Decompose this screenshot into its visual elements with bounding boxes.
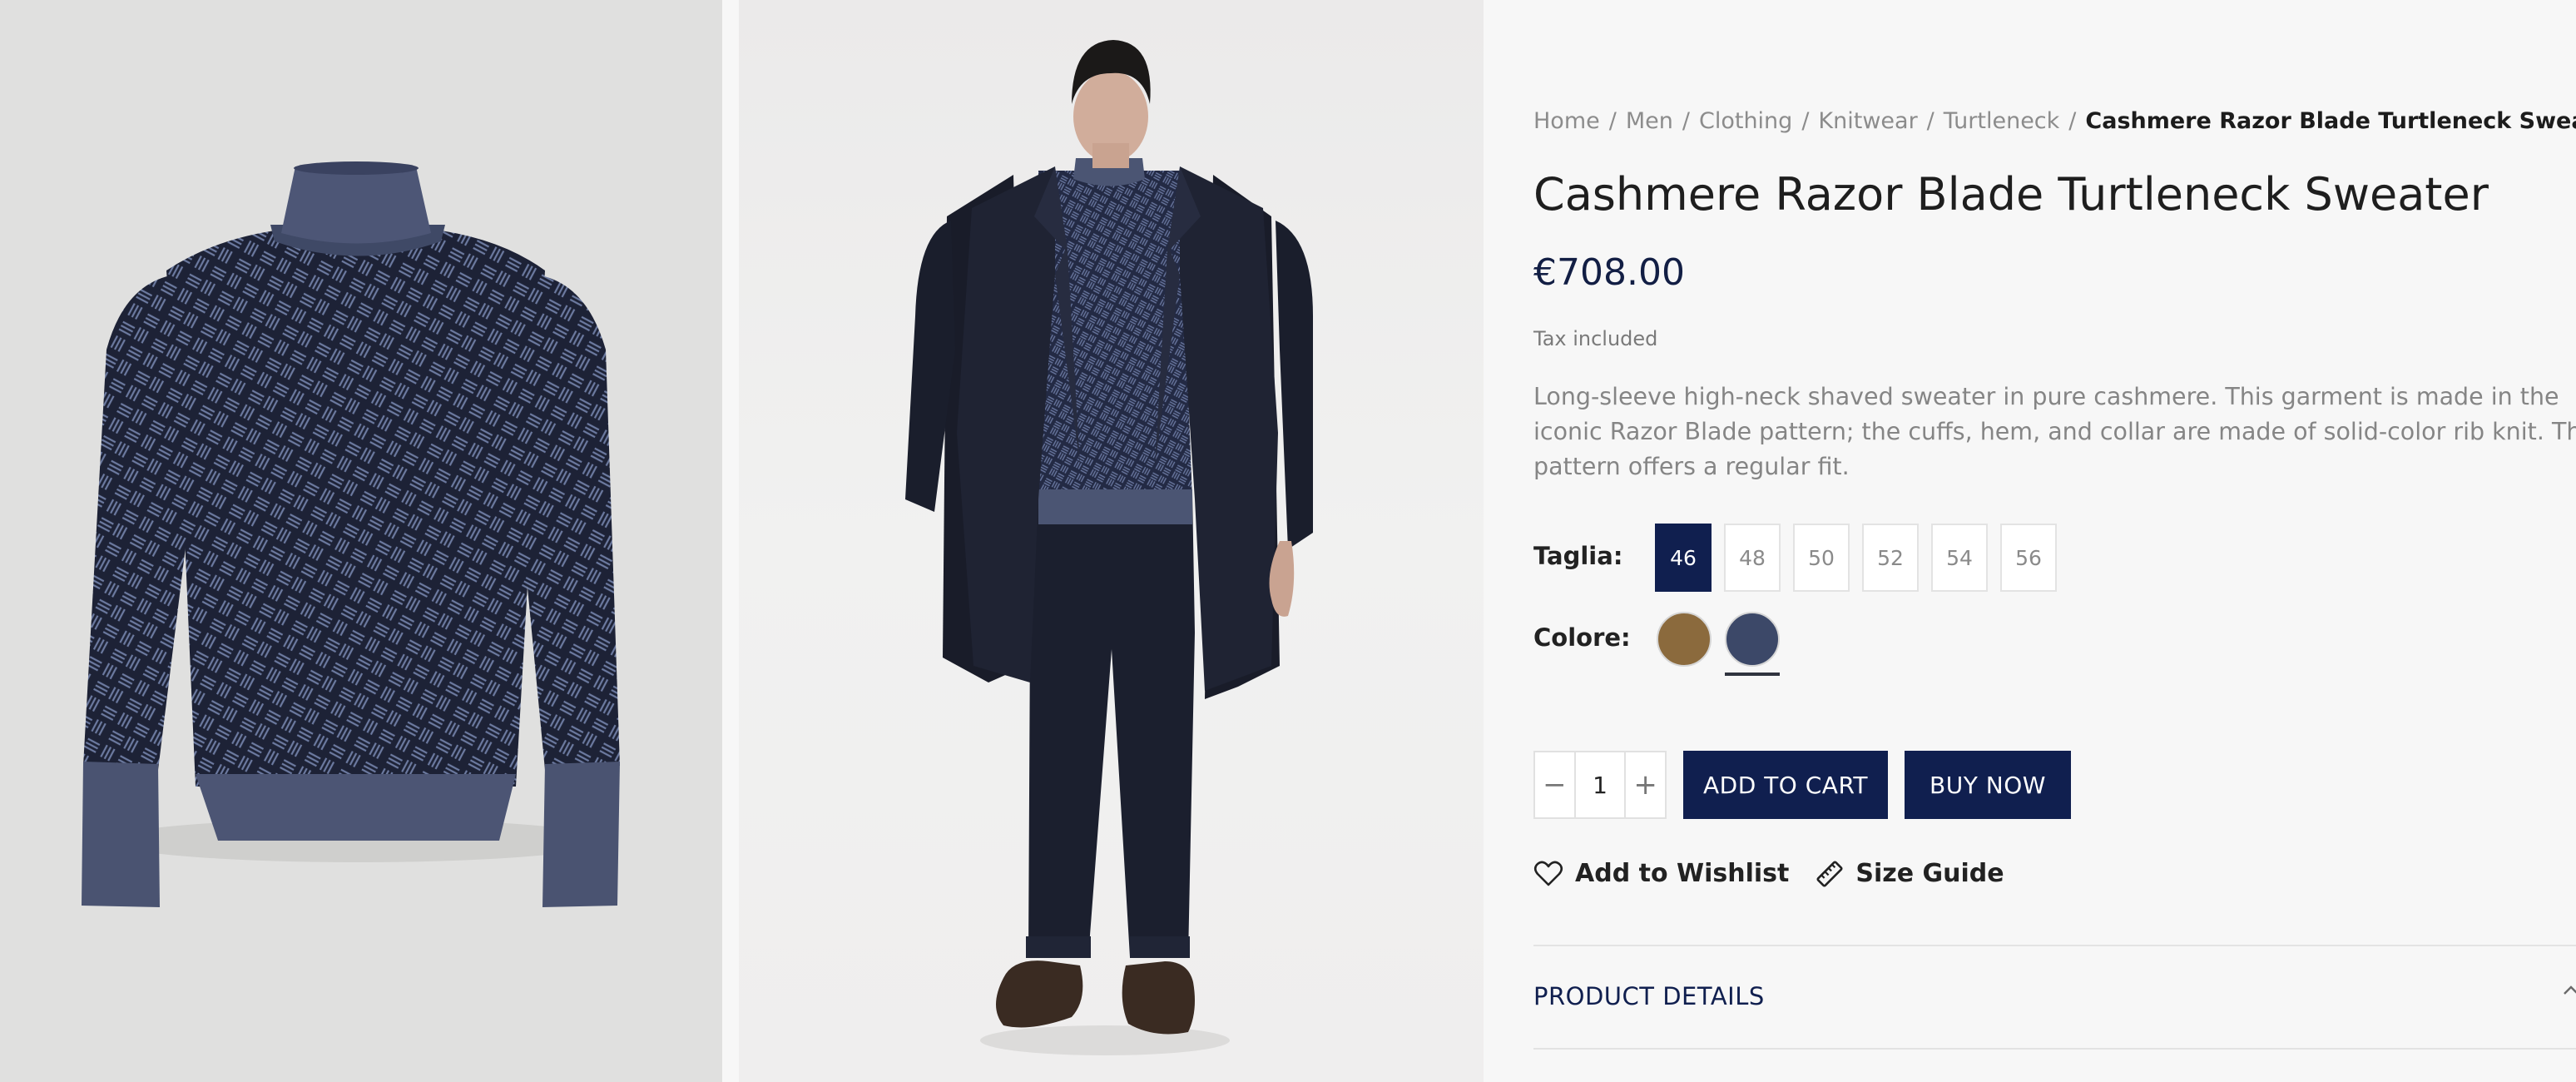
product-price: €708.00	[1533, 251, 1685, 294]
product-details-accordion[interactable]: PRODUCT DETAILS	[1533, 946, 2576, 1047]
breadcrumb-separator: /	[1608, 108, 1617, 134]
breadcrumb: Home / Men / Clothing / Knitwear / Turtleneck / Ca…	[1533, 108, 2576, 134]
buy-now-button[interactable]: BUY NOW	[1905, 751, 2071, 819]
size-guide-label: Size Guide	[1855, 859, 2004, 888]
breadcrumb-separator: /	[1801, 108, 1810, 134]
size-option-48[interactable]: 48	[1724, 524, 1781, 592]
product-image-model[interactable]	[739, 0, 1484, 1082]
ruler-icon	[1816, 860, 1843, 887]
model-image	[905, 40, 1313, 1055]
image-gap	[722, 0, 739, 1082]
breadcrumb-link-turtleneck[interactable]: Turtleneck	[1944, 108, 2060, 134]
size-option-52[interactable]: 52	[1862, 524, 1919, 592]
product-details-label: PRODUCT DETAILS	[1533, 982, 1765, 1010]
size-option-46[interactable]: 46	[1655, 524, 1712, 592]
heart-icon	[1533, 861, 1563, 886]
quantity-decrease-button[interactable]: −	[1535, 752, 1574, 817]
size-option-50[interactable]: 50	[1793, 524, 1850, 592]
size-guide-link[interactable]: Size Guide	[1816, 859, 2004, 888]
product-title: Cashmere Razor Blade Turtleneck Sweater	[1533, 168, 2489, 221]
size-option-54[interactable]: 54	[1931, 524, 1988, 592]
breadcrumb-link-home[interactable]: Home	[1533, 108, 1600, 134]
add-to-cart-button[interactable]: ADD TO CART	[1683, 751, 1888, 819]
product-info: Home / Men / Clothing / Knitwear / Turtleneck / Ca…	[1533, 0, 2576, 1082]
quantity-increase-button[interactable]: +	[1626, 752, 1665, 817]
breadcrumb-separator: /	[1926, 108, 1934, 134]
quantity-stepper: − 1 +	[1533, 751, 1667, 819]
add-to-wishlist-link[interactable]: Add to Wishlist	[1533, 859, 1789, 888]
product-image-flatlay[interactable]	[0, 0, 722, 1082]
size-option-56[interactable]: 56	[2000, 524, 2057, 592]
breadcrumb-current: Cashmere Razor Blade Turtleneck Sweater	[2085, 108, 2576, 134]
chevron-up-icon	[2564, 985, 2576, 995]
color-swatch-camel[interactable]	[1655, 612, 1715, 678]
selected-color-indicator	[1725, 673, 1780, 676]
color-swatch-blue-circle	[1725, 612, 1780, 667]
tax-note: Tax included	[1533, 327, 1658, 350]
color-selector	[1655, 612, 1791, 678]
quantity-input[interactable]: 1	[1573, 752, 1627, 817]
color-swatch-blue[interactable]	[1723, 612, 1783, 678]
breadcrumb-separator: /	[1682, 108, 1690, 134]
sweater-flatlay-image	[82, 161, 620, 907]
size-label: Taglia:	[1533, 542, 1623, 570]
breadcrumb-link-knitwear[interactable]: Knitwear	[1818, 108, 1917, 134]
color-label: Colore:	[1533, 623, 1631, 652]
breadcrumb-link-clothing[interactable]: Clothing	[1699, 108, 1792, 134]
breadcrumb-link-men[interactable]: Men	[1626, 108, 1673, 134]
color-swatch-camel-circle	[1657, 612, 1712, 667]
breadcrumb-separator: /	[2068, 108, 2077, 134]
divider	[1533, 1048, 2576, 1050]
size-selector: 46 48 50 52 54 56	[1655, 524, 2069, 592]
product-description: Long-sleeve high-neck shaved sweater in …	[1533, 383, 2576, 480]
secondary-actions: Add to Wishlist Size Guide	[1533, 859, 2031, 888]
add-to-wishlist-label: Add to Wishlist	[1575, 859, 1790, 888]
